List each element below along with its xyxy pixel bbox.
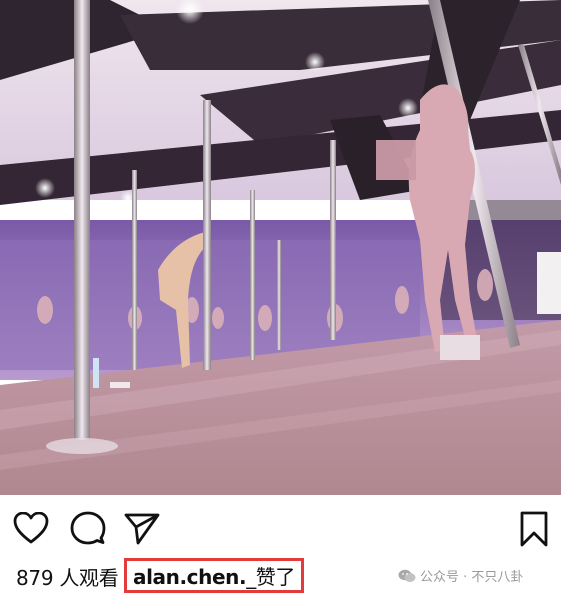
view-count: 879 人观看 bbox=[16, 566, 119, 590]
post-action-bar bbox=[0, 495, 561, 555]
wechat-watermark: 公众号 · 不只八卦 bbox=[398, 566, 523, 585]
watermark-text: 公众号 · 不只八卦 bbox=[420, 570, 524, 585]
wechat-icon bbox=[398, 569, 416, 582]
send-icon[interactable] bbox=[124, 513, 160, 545]
heart-icon[interactable] bbox=[13, 512, 49, 544]
liker-username[interactable]: alan.chen. bbox=[133, 565, 247, 589]
post-meta-row: 879 人观看 alan.chen._赞了 公众号 · 不只八卦 bbox=[0, 558, 561, 593]
liker-highlight-box: alan.chen._赞了 bbox=[124, 558, 304, 593]
liker-text[interactable]: alan.chen._赞了 bbox=[133, 561, 295, 590]
comment-icon[interactable] bbox=[70, 511, 106, 547]
liker-suffix: _赞了 bbox=[246, 565, 295, 589]
post-photo[interactable] bbox=[0, 0, 561, 495]
bookmark-icon[interactable] bbox=[519, 511, 549, 547]
